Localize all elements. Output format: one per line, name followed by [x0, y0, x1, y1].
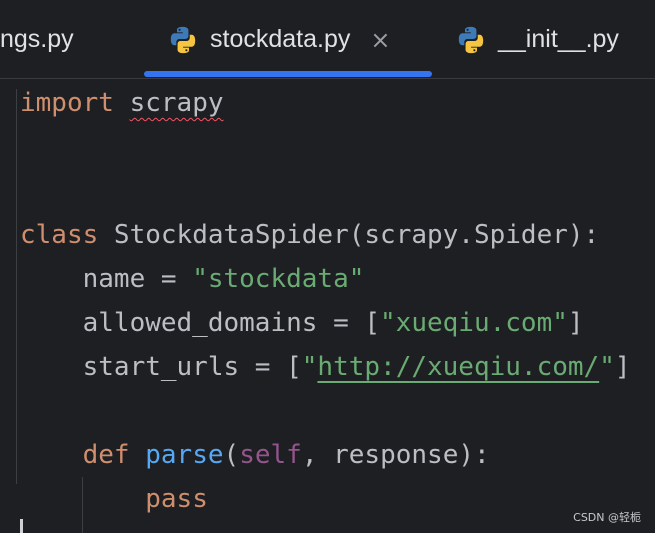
keyword: def [82, 440, 130, 470]
close-icon[interactable]: × [370, 26, 390, 54]
code-line-6: allowed_domains = ["xueqiu.com"] [20, 301, 584, 345]
self-param: self [239, 440, 302, 470]
module-name: scrapy [129, 88, 224, 118]
code-text: start_urls = [ [20, 352, 302, 382]
code-line-7: start_urls = ["http://xueqiu.com/"] [20, 345, 631, 389]
text-caret [20, 519, 23, 533]
code-text: name = [20, 264, 193, 294]
string-literal: "xueqiu.com" [380, 308, 568, 338]
string-quote: " [301, 352, 318, 382]
python-file-icon [170, 26, 196, 53]
code-line-10: pass [20, 477, 208, 521]
tab-label: __init__.py [498, 25, 619, 53]
code-line-4: class StockdataSpider(scrapy.Spider): [20, 213, 599, 257]
code-text: ] [614, 352, 631, 382]
watermark: CSDN @轻栀 [573, 511, 641, 524]
tab-label: ngs.py [0, 25, 74, 53]
code-text: ( [223, 440, 240, 470]
ide-window: ngs.py stockdata.py × __init__.py import… [0, 0, 655, 533]
active-tab-indicator [144, 71, 432, 77]
class-declaration: StockdataSpider(scrapy.Spider): [98, 220, 600, 250]
tab-init-py[interactable]: __init__.py [456, 0, 619, 79]
tab-settings-py[interactable]: ngs.py [0, 0, 74, 79]
function-name: parse [145, 440, 224, 470]
code-line-5: name = "stockdata" [20, 257, 365, 301]
code-line-9: def parse(self, response): [20, 433, 490, 477]
string-literal: "stockdata" [192, 264, 365, 294]
url-link[interactable]: http://xueqiu.com/ [317, 352, 599, 382]
code-editor[interactable]: import scrapy class StockdataSpider(scra… [0, 79, 655, 533]
string-quote: " [599, 352, 615, 382]
editor-tab-bar: ngs.py stockdata.py × __init__.py [0, 0, 655, 79]
keyword: class [20, 220, 99, 250]
python-file-icon [458, 26, 484, 53]
code-text: allowed_domains = [ [20, 308, 381, 338]
code-text: , response): [301, 440, 490, 470]
indent-guide [16, 89, 17, 484]
tab-label: stockdata.py [210, 25, 351, 53]
code-line-1: import scrapy [20, 81, 224, 125]
code-text: ] [567, 308, 584, 338]
keyword: import [20, 88, 114, 118]
keyword: pass [145, 484, 208, 514]
tab-stockdata-py[interactable]: stockdata.py × [168, 0, 390, 79]
